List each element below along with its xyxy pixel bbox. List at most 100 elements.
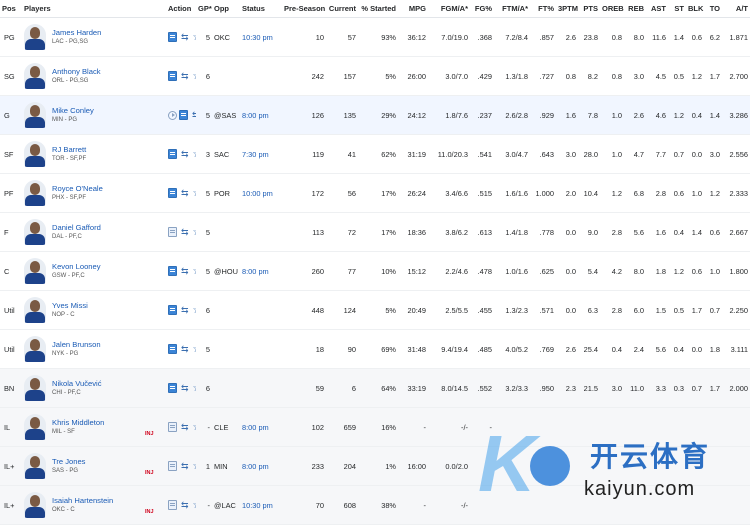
game-time-link[interactable]: 8:00 pm (242, 423, 269, 432)
col-3ptm[interactable]: 3PTM (556, 0, 578, 18)
player-note-icon[interactable] (168, 32, 177, 42)
col-started[interactable]: % Started (358, 0, 398, 18)
player-note-icon[interactable] (168, 227, 177, 237)
col-ato[interactable]: A/T (722, 0, 750, 18)
swap-icon[interactable]: ⇆ (181, 305, 189, 316)
steals: 1.4 (668, 17, 686, 57)
player-name-link[interactable]: Khris Middleton (52, 418, 104, 428)
watch-star-icon[interactable]: ☆ (193, 71, 196, 82)
col-pos[interactable]: Pos (0, 0, 22, 18)
watch-star-icon[interactable]: ☆ (193, 266, 196, 277)
position-cell[interactable]: Util (0, 329, 22, 369)
blocks: 0.6 (686, 17, 704, 57)
col-opp[interactable]: Opp (212, 0, 240, 18)
col-st[interactable]: ST (668, 0, 686, 18)
player-note-icon[interactable] (179, 110, 188, 120)
game-time-link[interactable]: 10:30 pm (242, 33, 273, 42)
col-players[interactable]: Players (22, 0, 166, 18)
game-time-link[interactable]: 10:30 pm (242, 501, 273, 510)
col-ftp[interactable]: FT% (530, 0, 556, 18)
player-note-icon[interactable] (168, 266, 177, 276)
watch-star-icon[interactable]: ☆ (193, 227, 196, 238)
swap-icon[interactable]: ⇆ (181, 149, 189, 160)
game-time-link[interactable]: 10:00 pm (242, 189, 273, 198)
position-cell[interactable]: IL+ (0, 485, 22, 525)
player-note-icon[interactable] (168, 305, 177, 315)
position-cell[interactable]: PF (0, 173, 22, 213)
player-name-link[interactable]: Nikola Vučević (52, 379, 102, 389)
col-oreb[interactable]: OREB (600, 0, 624, 18)
watch-star-icon[interactable]: ☆ (193, 383, 196, 394)
player-name-link[interactable]: Isaiah Hartenstein (52, 496, 113, 506)
video-play-icon[interactable] (168, 110, 177, 120)
swap-icon[interactable]: ⇆ (181, 461, 189, 472)
col-to[interactable]: TO (704, 0, 722, 18)
watch-star-icon[interactable]: ☆ (193, 422, 196, 433)
game-time-link[interactable]: 8:00 pm (242, 267, 269, 276)
game-time-link[interactable]: 8:00 pm (242, 462, 269, 471)
ftm-a (494, 485, 530, 525)
col-reb[interactable]: REB (624, 0, 646, 18)
swap-icon[interactable]: ⇆ (181, 266, 189, 277)
player-note-icon[interactable] (168, 500, 177, 510)
swap-icon[interactable]: ⇆ (181, 500, 189, 511)
position-cell[interactable]: C (0, 251, 22, 291)
swap-icon[interactable]: ⇆ (181, 344, 189, 355)
col-current[interactable]: Current (326, 0, 358, 18)
player-name-link[interactable]: Jalen Brunson (52, 340, 101, 350)
watch-star-icon[interactable]: ☆ (193, 305, 196, 316)
player-note-icon[interactable] (168, 149, 177, 159)
position-cell[interactable]: G (0, 95, 22, 135)
col-blk[interactable]: BLK (686, 0, 704, 18)
player-note-icon[interactable] (168, 188, 177, 198)
position-cell[interactable]: BN (0, 368, 22, 408)
position-cell[interactable]: SF (0, 134, 22, 174)
swap-icon[interactable]: ⇆ (181, 32, 189, 43)
watch-star-icon[interactable]: ☆ (193, 344, 196, 355)
col-fgp[interactable]: FG% (470, 0, 494, 18)
swap-icon[interactable]: ⇆ (181, 71, 189, 82)
player-name-link[interactable]: RJ Barrett (52, 145, 86, 155)
player-name-link[interactable]: Yves Missi (52, 301, 88, 311)
col-mpg[interactable]: MPG (398, 0, 428, 18)
player-note-icon[interactable] (168, 71, 177, 81)
swap-icon[interactable]: ⇆ (192, 110, 196, 121)
col-fgm[interactable]: FGM/A* (428, 0, 470, 18)
player-note-icon[interactable] (168, 344, 177, 354)
swap-icon[interactable]: ⇆ (181, 188, 189, 199)
swap-icon[interactable]: ⇆ (181, 383, 189, 394)
col-preseason[interactable]: Pre-Season (282, 0, 326, 18)
player-name-link[interactable]: Daniel Gafford (52, 223, 101, 233)
col-ftm[interactable]: FTM/A* (494, 0, 530, 18)
position-cell[interactable]: IL+ (0, 446, 22, 486)
watch-star-icon[interactable]: ☆ (193, 500, 196, 511)
swap-icon[interactable]: ⇆ (181, 422, 189, 433)
position-cell[interactable]: PG (0, 17, 22, 57)
player-name-link[interactable]: Anthony Black (52, 67, 101, 77)
watch-star-icon[interactable]: ☆ (193, 149, 196, 160)
position-cell[interactable]: Util (0, 290, 22, 330)
game-time-link[interactable]: 7:30 pm (242, 150, 269, 159)
player-name-link[interactable]: Royce O'Neale (52, 184, 103, 194)
watch-star-icon[interactable]: ☆ (193, 461, 196, 472)
player-note-icon[interactable] (168, 422, 177, 432)
col-ast[interactable]: AST (646, 0, 668, 18)
position-cell[interactable]: F (0, 212, 22, 252)
swap-icon[interactable]: ⇆ (181, 227, 189, 238)
player-name-link[interactable]: Mike Conley (52, 106, 94, 116)
position-cell[interactable]: SG (0, 56, 22, 96)
player-name-link[interactable]: James Harden (52, 28, 101, 38)
col-pts[interactable]: PTS (578, 0, 600, 18)
player-name-link[interactable]: Kevon Looney (52, 262, 101, 272)
position-cell[interactable]: IL (0, 407, 22, 447)
watch-star-icon[interactable]: ☆ (193, 32, 196, 43)
oreb: 2.8 (600, 212, 624, 252)
col-status[interactable]: Status (240, 0, 282, 18)
player-note-icon[interactable] (168, 383, 177, 393)
col-gp[interactable]: GP* (196, 0, 212, 18)
player-info: Isaiah Hartenstein OKC - C (52, 496, 113, 515)
watch-star-icon[interactable]: ☆ (193, 188, 196, 199)
player-note-icon[interactable] (168, 461, 177, 471)
player-name-link[interactable]: Tre Jones (52, 457, 85, 467)
game-time-link[interactable]: 8:00 pm (242, 111, 269, 120)
